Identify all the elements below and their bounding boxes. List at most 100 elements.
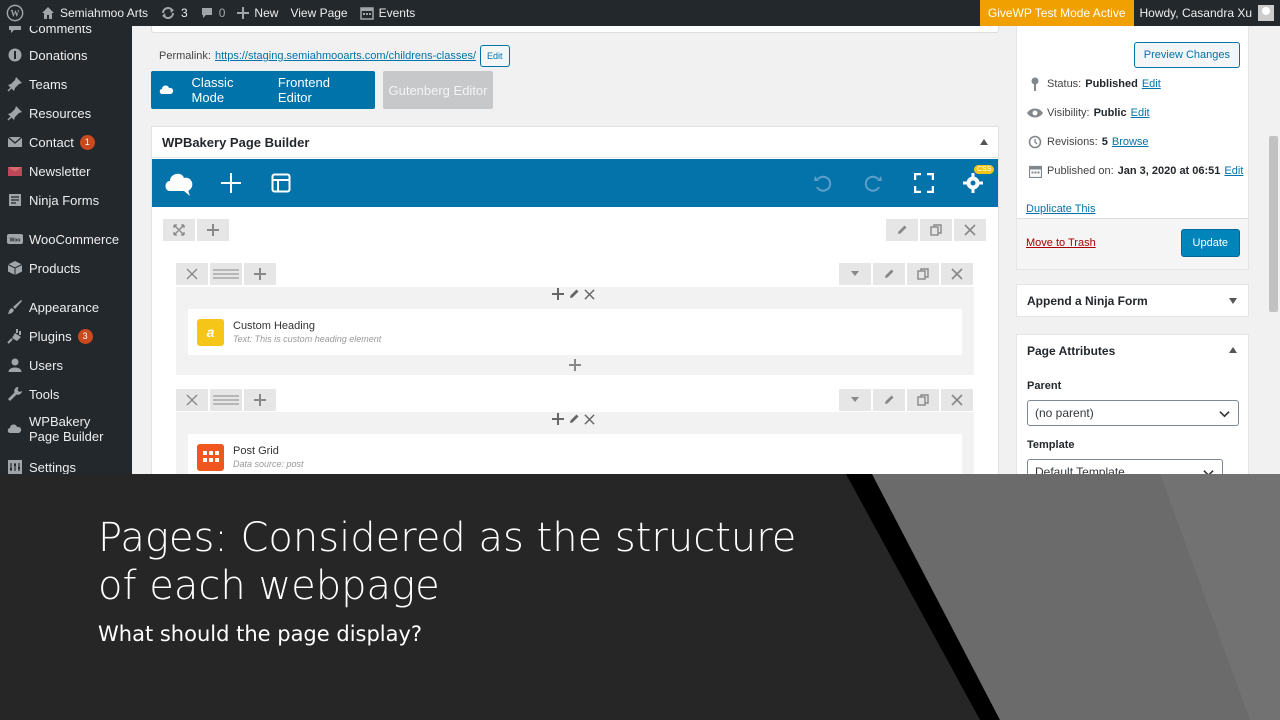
section-add-button[interactable] — [197, 219, 229, 241]
section-clone-button[interactable] — [920, 219, 952, 241]
wordpress-logo-button[interactable]: W — [0, 0, 35, 26]
row-delete-button[interactable] — [941, 263, 973, 285]
redo-icon[interactable] — [863, 173, 883, 193]
sidebar-item-label: Tools — [29, 386, 60, 402]
status-edit-link[interactable]: Edit — [1142, 78, 1161, 90]
sidebar-item-ninja-forms[interactable]: Ninja Forms — [0, 191, 132, 209]
wpbakery-logo-icon — [159, 84, 178, 96]
events-label: Events — [378, 6, 416, 20]
move-to-trash-link[interactable]: Move to Trash — [1026, 237, 1096, 249]
settings-gear-icon[interactable] — [963, 173, 983, 193]
page-scrollbar[interactable] — [1267, 26, 1280, 474]
frontend-editor-button[interactable]: Frontend Editor — [278, 75, 361, 105]
plus-icon[interactable] — [552, 288, 564, 300]
sidebar-item-users[interactable]: Users — [0, 356, 132, 374]
sidebar-item-wpbakery-page-builder[interactable]: WPBakery Page Builder — [0, 414, 132, 444]
user-account-menu[interactable]: Howdy, Casandra Xu — [1134, 0, 1280, 26]
sidebar-item-contact[interactable]: Contact 1 — [0, 133, 132, 151]
post-grid-element[interactable]: Post Grid Data source: post — [188, 434, 962, 474]
revisions-browse-link[interactable]: Browse — [1112, 136, 1149, 148]
row-move-button[interactable] — [176, 263, 208, 285]
gutenberg-editor-button[interactable]: Gutenberg Editor — [383, 71, 493, 109]
wpbakery-cloud-icon[interactable] — [164, 169, 196, 197]
events-link[interactable]: Events — [354, 0, 422, 26]
duplicate-this-link[interactable]: Duplicate This — [1026, 203, 1096, 215]
preview-changes-button[interactable]: Preview Changes — [1133, 42, 1240, 68]
custom-heading-icon: a — [197, 318, 224, 346]
wrench-icon — [6, 385, 24, 403]
row-toggle-button[interactable] — [839, 263, 871, 285]
new-content-link[interactable]: New — [231, 0, 284, 26]
update-button[interactable]: Update — [1180, 229, 1240, 257]
view-page-link[interactable]: View Page — [284, 0, 353, 26]
givewp-test-mode-notice[interactable]: GiveWP Test Mode Active — [979, 0, 1134, 26]
row-move-button[interactable] — [176, 389, 208, 411]
column-controls — [552, 413, 595, 425]
drag-handle-icon — [213, 269, 239, 279]
updates-icon — [162, 7, 175, 19]
pencil-icon[interactable] — [568, 288, 580, 300]
fullscreen-icon[interactable] — [914, 173, 934, 193]
row-delete-button[interactable] — [941, 389, 973, 411]
row-layout-button[interactable] — [210, 389, 242, 411]
plus-icon[interactable] — [552, 413, 564, 425]
row-edit-button[interactable] — [873, 263, 905, 285]
row-add-button[interactable] — [244, 389, 276, 411]
sidebar-item-comments[interactable]: Comments — [0, 26, 132, 37]
templates-icon[interactable] — [271, 173, 291, 193]
sidebar-item-woocommerce[interactable]: Woo WooCommerce — [0, 230, 132, 248]
close-icon[interactable] — [584, 288, 595, 300]
pencil-icon[interactable] — [568, 413, 580, 425]
svg-text:W: W — [11, 9, 20, 19]
title-input-edge[interactable] — [151, 26, 999, 33]
permalink-url[interactable]: https://staging.semiahmooarts.com/childr… — [215, 50, 476, 62]
sidebar-item-newsletter[interactable]: Newsletter — [0, 162, 132, 180]
sidebar-item-tools[interactable]: Tools — [0, 385, 132, 403]
add-element-plus-icon[interactable] — [569, 359, 581, 371]
sidebar-item-teams[interactable]: Teams — [0, 75, 132, 93]
wordpress-logo-icon: W — [6, 4, 24, 22]
site-name-link[interactable]: Semiahmoo Arts — [35, 0, 154, 26]
permalink-edit-button[interactable]: Edit — [480, 45, 510, 67]
row-edit-button[interactable] — [873, 389, 905, 411]
sidebar-item-label: Users — [29, 357, 63, 373]
classic-mode-button[interactable]: Classic Mode — [192, 75, 264, 105]
sidebar-item-settings[interactable]: Settings — [0, 458, 132, 474]
row-1-controls-left — [176, 263, 278, 285]
sidebar-item-appearance[interactable]: Appearance — [0, 298, 132, 316]
add-element-icon[interactable] — [221, 173, 241, 193]
sidebar-item-products[interactable]: Products — [0, 259, 132, 277]
page-attributes-header[interactable]: Page Attributes — [1017, 335, 1248, 366]
published-on-edit-link[interactable]: Edit — [1224, 165, 1243, 177]
chevron-down-icon[interactable] — [1229, 298, 1237, 304]
undo-icon[interactable] — [813, 173, 833, 193]
row-layout-button[interactable] — [210, 263, 242, 285]
section-controls-right — [886, 219, 988, 241]
scrollbar-thumb[interactable] — [1269, 136, 1278, 312]
row-add-button[interactable] — [244, 263, 276, 285]
sidebar-item-resources[interactable]: Resources — [0, 104, 132, 122]
row-clone-button[interactable] — [907, 389, 939, 411]
collapse-arrow-icon[interactable] — [980, 139, 988, 145]
template-select[interactable]: Default Template — [1027, 459, 1223, 474]
ninja-form-header[interactable]: Append a Ninja Form — [1017, 285, 1248, 316]
view-page-label: View Page — [290, 6, 348, 20]
sidebar-item-plugins[interactable]: Plugins 3 — [0, 327, 132, 345]
parent-select[interactable]: (no parent) — [1027, 400, 1239, 426]
section-delete-button[interactable] — [954, 219, 986, 241]
section-edit-button[interactable] — [886, 219, 918, 241]
close-icon[interactable] — [584, 413, 595, 425]
comments-count: 0 — [218, 6, 226, 20]
wpbakery-panel-header[interactable]: WPBakery Page Builder — [152, 127, 998, 158]
chevron-up-icon[interactable] — [1229, 347, 1237, 353]
updates-link[interactable]: 3 — [154, 0, 194, 26]
plus-icon — [237, 7, 250, 19]
section-move-button[interactable] — [163, 219, 195, 241]
row-toggle-button[interactable] — [839, 389, 871, 411]
visibility-edit-link[interactable]: Edit — [1131, 107, 1150, 119]
custom-heading-element[interactable]: a Custom Heading Text: This is custom he… — [188, 309, 962, 355]
comments-link[interactable]: 0 — [194, 0, 232, 26]
plus-icon — [254, 394, 266, 406]
row-clone-button[interactable] — [907, 263, 939, 285]
sidebar-item-donations[interactable]: Donations — [0, 46, 132, 64]
